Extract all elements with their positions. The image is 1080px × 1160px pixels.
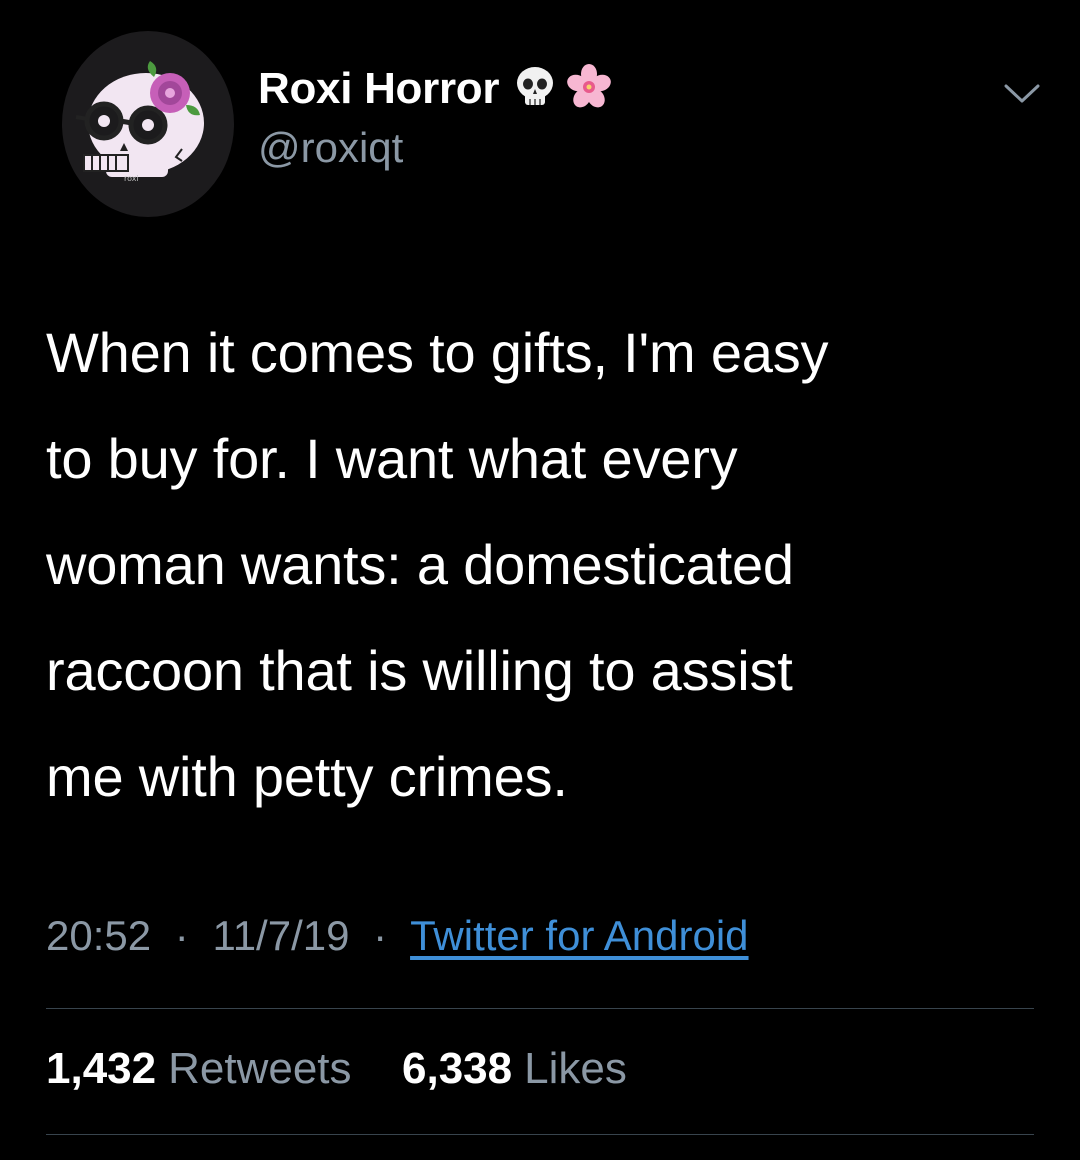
tweet-time: 20:52	[46, 912, 152, 959]
tweet-line: raccoon that is willing to assist	[46, 639, 793, 702]
display-name[interactable]: Roxi Horror	[258, 64, 499, 114]
retweets-count: 1,432	[46, 1044, 157, 1093]
meta-separator: ·	[174, 912, 189, 959]
tweet-line: to buy for. I want what every	[46, 427, 738, 490]
skull-icon	[511, 63, 559, 116]
author-handle[interactable]: @roxiqt	[258, 124, 403, 172]
author-name-row[interactable]: Roxi Horror	[258, 58, 613, 120]
meta-separator: ·	[373, 912, 388, 959]
divider	[46, 1134, 1034, 1135]
tweet-line: me with petty crimes.	[46, 745, 568, 808]
tweet-stats: 1,432 Retweets 6,338 Likes	[46, 1044, 627, 1094]
chevron-down-icon[interactable]	[1000, 80, 1044, 108]
tweet-source-link[interactable]: Twitter for Android	[410, 912, 748, 959]
tweet-line: When it comes to gifts, I'm easy	[46, 321, 829, 384]
tweet-meta: 20:52 · 11/7/19 · Twitter for Android	[46, 912, 749, 960]
likes-stat[interactable]: 6,338 Likes	[390, 1044, 627, 1093]
likes-label: Likes	[524, 1044, 627, 1093]
tweet-line: woman wants: a domesticated	[46, 533, 794, 596]
tweet-date: 11/7/19	[212, 912, 350, 959]
skull-avatar-icon: roxi	[75, 61, 204, 183]
likes-count: 6,338	[402, 1044, 513, 1093]
retweets-stat[interactable]: 1,432 Retweets	[46, 1044, 364, 1093]
tweet-text: When it comes to gifts, I'm easy to buy …	[46, 300, 1046, 830]
svg-text:roxi: roxi	[124, 174, 139, 183]
retweets-label: Retweets	[168, 1044, 352, 1093]
flower-icon	[565, 63, 613, 116]
divider	[46, 1008, 1034, 1009]
avatar[interactable]: roxi	[62, 31, 234, 217]
